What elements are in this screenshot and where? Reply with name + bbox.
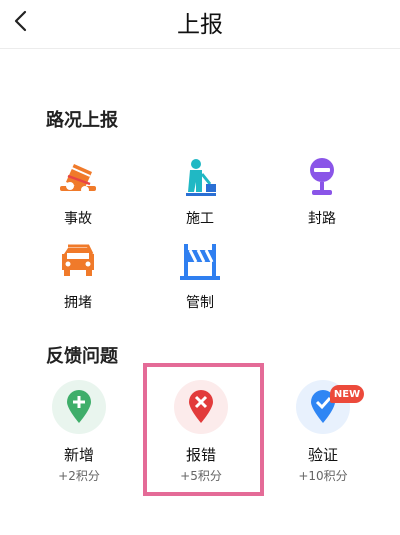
- road-item-label: 施工: [186, 211, 214, 227]
- traffic-control-icon: [176, 240, 224, 284]
- road-item-label: 事故: [64, 211, 92, 227]
- add-location-icon: [52, 380, 106, 434]
- road-closed-icon: [298, 156, 346, 200]
- error-location-icon: [174, 380, 228, 434]
- road-item-label: 拥堵: [64, 295, 92, 311]
- feedback-item-points: +5积分: [180, 469, 222, 483]
- road-item-traffic-control[interactable]: 管制: [160, 240, 240, 312]
- road-item-accident[interactable]: 事故: [38, 156, 118, 228]
- road-item-road-closed[interactable]: 封路: [282, 156, 362, 228]
- new-badge: NEW: [330, 385, 364, 403]
- road-item-congestion[interactable]: 拥堵: [38, 240, 118, 312]
- feedback-item-label: 验证: [307, 446, 338, 464]
- road-item-construction[interactable]: 施工: [160, 156, 240, 228]
- congestion-icon: [54, 240, 102, 284]
- feedback-item-add[interactable]: 新增 +2积分: [24, 380, 134, 484]
- section-title-road: 路况上报: [46, 110, 118, 131]
- road-item-label: 管制: [186, 295, 214, 311]
- road-item-label: 封路: [308, 211, 336, 227]
- feedback-item-points: +2积分: [58, 469, 100, 483]
- construction-icon: [176, 156, 224, 200]
- feedback-item-label: 报错: [185, 446, 216, 464]
- accident-icon: [54, 156, 102, 200]
- section-title-feedback: 反馈问题: [46, 346, 118, 367]
- page-title: 上报: [177, 12, 223, 38]
- feedback-item-points: +10积分: [298, 469, 348, 483]
- feedback-item-label: 新增: [63, 446, 94, 464]
- header-bar: 上报: [0, 0, 400, 49]
- feedback-item-error[interactable]: 报错 +5积分: [146, 380, 256, 484]
